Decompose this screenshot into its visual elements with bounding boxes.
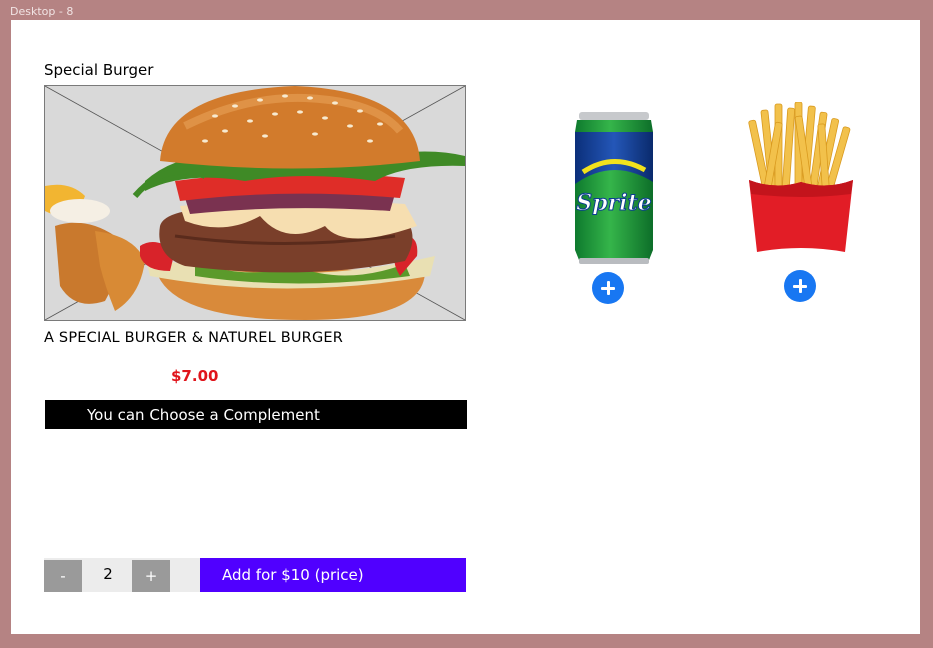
sprite-can-image[interactable]: Sprite [573,112,655,268]
add-fries-button[interactable] [784,270,816,302]
frame-label: Desktop - 8 [10,5,74,18]
french-fries-image[interactable] [745,101,857,258]
add-to-cart-button[interactable]: Add for $10 (price) [200,558,466,592]
decrement-button[interactable]: - [44,560,82,592]
add-to-cart-label: Add for $10 (price) [222,566,364,584]
burger-image [44,85,466,321]
add-sprite-button[interactable] [592,272,624,304]
quantity-stepper: - 2 + [44,558,200,592]
artboard: Special Burger A SPECIAL BURGER & NATURE… [11,20,920,634]
complement-prompt: You can Choose a Complement [87,406,320,424]
product-price: $7.00 [171,367,219,385]
increment-button[interactable]: + [132,560,170,592]
product-title: Special Burger [44,61,154,79]
quantity-value: 2 [103,565,113,583]
svg-text:Sprite: Sprite [576,190,651,216]
complement-bar: You can Choose a Complement [45,400,467,429]
product-description: A SPECIAL BURGER & NATUREL BURGER [44,330,344,346]
